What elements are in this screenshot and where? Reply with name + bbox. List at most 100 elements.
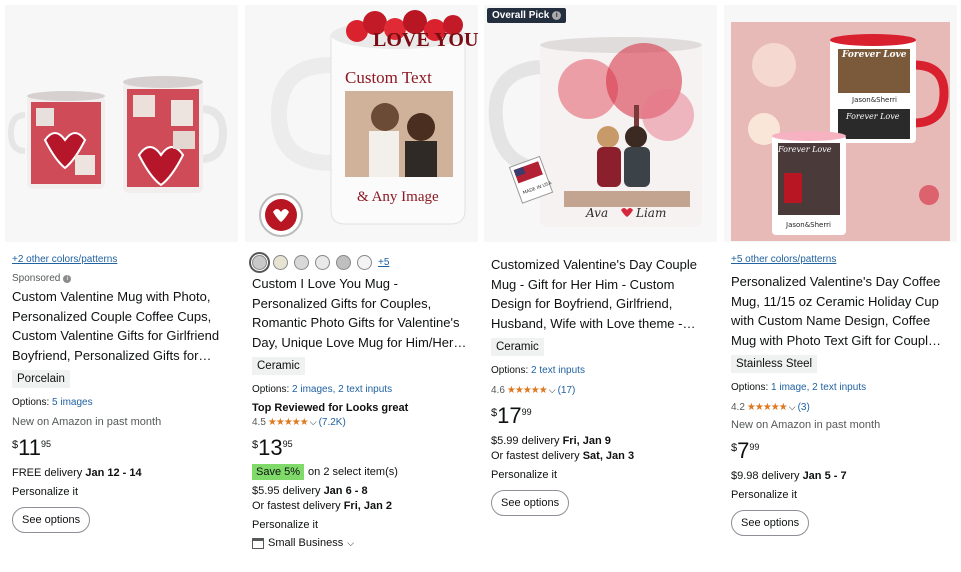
- personalize-label: Personalize it: [252, 519, 319, 531]
- rating-value: 4.6: [491, 385, 505, 396]
- fastest-delivery-info: Or fastest delivery Sat, Jan 3: [491, 450, 710, 462]
- options-link[interactable]: 2 images, 2 text inputs: [292, 384, 392, 395]
- chevron-down-icon[interactable]: ⌵: [310, 417, 317, 428]
- save-badge: Save 5%: [252, 464, 305, 480]
- options-row: Options: 2 images, 2 text inputs: [252, 384, 471, 395]
- swatch-silver[interactable]: [336, 255, 351, 270]
- delivery-date: Jan 12 - 14: [85, 467, 142, 479]
- material-tag: Ceramic: [491, 338, 544, 356]
- material-tag: Porcelain: [12, 370, 70, 388]
- mug-forever-love-2: Forever Love: [845, 112, 900, 121]
- product-image[interactable]: Forever Love Jason&Sherri Forever Love F…: [724, 5, 957, 242]
- see-options-button[interactable]: See options: [491, 490, 570, 516]
- delivery-info: $9.98 delivery Jan 5 - 7: [731, 470, 950, 482]
- product-title[interactable]: Custom I Love You Mug - Personalized Gif…: [252, 274, 471, 352]
- material-tag: Stainless Steel: [731, 355, 818, 373]
- options-link[interactable]: 5 images: [52, 397, 93, 408]
- small-business-row[interactable]: Small Business ⌵: [252, 537, 471, 549]
- delivery-date: Fri, Jan 9: [562, 435, 611, 447]
- delivery-info: $5.95 delivery Jan 6 - 8: [252, 485, 471, 497]
- mug-any-image-text: & Any Image: [357, 189, 439, 205]
- mug-love-you-text: LOVE YOU: [373, 29, 478, 51]
- chevron-down-icon[interactable]: ⌵: [347, 538, 354, 549]
- fastest-delivery-info: Or fastest delivery Fri, Jan 2: [252, 500, 471, 512]
- mug-custom-text: Custom Text: [345, 68, 432, 87]
- mug-name-1: Ava: [585, 206, 608, 220]
- product-card-3: Overall Pick i Ava Liam MADE IN USA Cust…: [484, 5, 717, 572]
- see-options-button[interactable]: See options: [731, 510, 810, 536]
- new-on-amazon: New on Amazon in past month: [12, 416, 162, 428]
- price-fraction: 95: [40, 439, 51, 449]
- delivery-text: $9.98 delivery: [731, 470, 800, 482]
- other-colors-link[interactable]: +2 other colors/patterns: [12, 254, 231, 265]
- info-icon[interactable]: i: [552, 11, 562, 20]
- product-details: Customized Valentine's Day Couple Mug - …: [491, 249, 710, 516]
- price[interactable]: $ 7 99: [731, 440, 950, 462]
- product-card-2: LOVE YOU Custom Text & Any Image +5 Cust…: [245, 5, 478, 572]
- top-reviewed: Top Reviewed for Looks great: [252, 402, 409, 414]
- swatch-light[interactable]: [315, 255, 330, 270]
- delivery-info: $5.99 delivery Fri, Jan 9: [491, 435, 710, 447]
- rating-count[interactable]: (17): [558, 385, 576, 396]
- product-card-4: Forever Love Jason&Sherri Forever Love F…: [724, 5, 957, 572]
- options-link[interactable]: 1 image, 2 text inputs: [771, 382, 866, 393]
- mug-name-2: Liam: [635, 206, 666, 220]
- fastest-date: Fri, Jan 2: [343, 500, 392, 512]
- price-fraction: 99: [521, 407, 532, 417]
- options-label: Options:: [12, 397, 50, 408]
- fastest-date: Sat, Jan 3: [582, 450, 635, 462]
- price[interactable]: $ 13 95: [252, 437, 471, 459]
- overall-pick-badge: Overall Pick i: [487, 8, 567, 23]
- price-fraction: 99: [749, 442, 760, 452]
- material-tag: Ceramic: [252, 357, 305, 375]
- price-fraction: 95: [282, 439, 293, 449]
- swatch-gray[interactable]: [294, 255, 309, 270]
- product-title[interactable]: Personalized Valentine's Day Coffee Mug,…: [731, 272, 950, 350]
- product-image[interactable]: Ava Liam MADE IN USA: [484, 5, 717, 242]
- options-row: Options: 2 text inputs: [491, 365, 710, 376]
- rating-value: 4.5: [252, 417, 266, 428]
- product-details: +5 other colors/patterns Personalized Va…: [731, 249, 950, 536]
- small-business-label: Small Business: [268, 537, 344, 549]
- price[interactable]: $ 17 99: [491, 405, 710, 427]
- info-icon[interactable]: i: [63, 274, 72, 283]
- swatch-offwhite[interactable]: [357, 255, 372, 270]
- rating-count[interactable]: (7.2K): [319, 417, 346, 428]
- new-on-amazon: New on Amazon in past month: [731, 419, 881, 431]
- options-link[interactable]: 2 text inputs: [531, 365, 585, 376]
- rating-value: 4.2: [731, 402, 745, 413]
- options-row: Options: 1 image, 2 text inputs: [731, 382, 950, 393]
- rating-row[interactable]: 4.5 ★★★★★ ⌵ (7.2K): [252, 417, 471, 428]
- star-rating-icon: ★★★★★: [746, 402, 788, 413]
- product-image[interactable]: LOVE YOU Custom Text & Any Image: [245, 5, 478, 242]
- color-swatches: +5: [249, 252, 471, 273]
- swatch-white[interactable]: [249, 252, 270, 273]
- rating-row[interactable]: 4.2 ★★★★★ ⌵ (3): [731, 402, 950, 413]
- more-swatches-link[interactable]: +5: [378, 257, 389, 268]
- badge-text: Overall Pick: [492, 10, 550, 21]
- other-colors-link[interactable]: +5 other colors/patterns: [731, 254, 950, 265]
- rating-count[interactable]: (3): [798, 402, 810, 413]
- save-text: on 2 select item(s): [308, 466, 398, 478]
- product-image[interactable]: [5, 5, 238, 242]
- see-options-button[interactable]: See options: [12, 507, 91, 533]
- options-row: Options: 5 images: [12, 397, 231, 408]
- price-whole: 11: [18, 435, 41, 460]
- rating-row[interactable]: 4.6 ★★★★★ ⌵ (17): [491, 385, 710, 396]
- price[interactable]: $ 11 95: [12, 437, 231, 459]
- product-title[interactable]: Customized Valentine's Day Couple Mug - …: [491, 255, 710, 333]
- delivery-text: FREE delivery: [12, 467, 83, 479]
- product-details: +2 other colors/patterns Sponsored i Cus…: [12, 249, 231, 533]
- chevron-down-icon[interactable]: ⌵: [789, 402, 796, 413]
- sponsored-text: Sponsored: [12, 273, 61, 284]
- delivery-date: Jan 5 - 7: [802, 470, 847, 482]
- shop-icon: [252, 537, 264, 549]
- options-label: Options:: [252, 384, 290, 395]
- mug-forever-love-3: Forever Love: [777, 145, 832, 154]
- star-rating-icon: ★★★★★: [267, 417, 309, 428]
- mug-names-1: Jason&Sherri: [851, 96, 897, 104]
- personalize-label: Personalize it: [731, 489, 798, 501]
- product-title[interactable]: Custom Valentine Mug with Photo, Persona…: [12, 287, 231, 365]
- chevron-down-icon[interactable]: ⌵: [549, 385, 556, 396]
- swatch-cream[interactable]: [273, 255, 288, 270]
